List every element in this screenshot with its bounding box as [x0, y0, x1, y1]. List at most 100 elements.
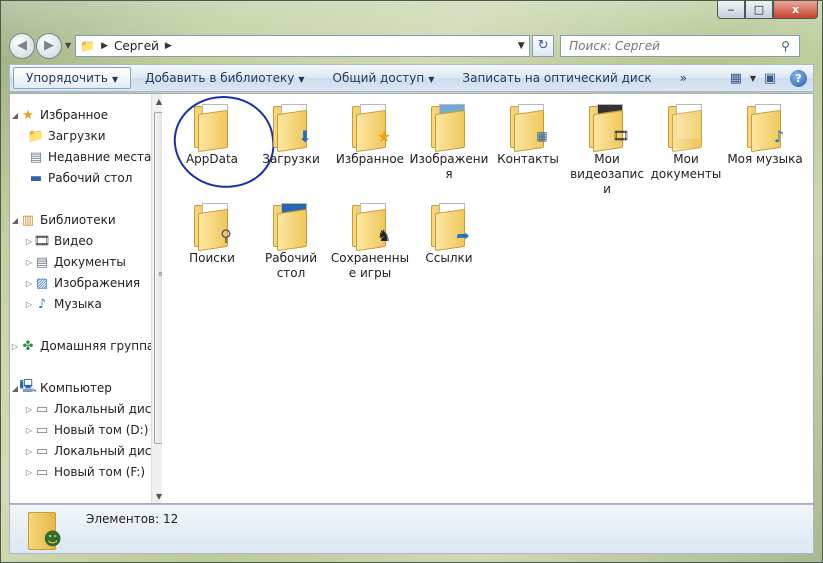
expand-icon[interactable]: ▷: [24, 426, 34, 435]
help-icon[interactable]: ?: [790, 69, 807, 87]
collapse-icon[interactable]: ◢: [10, 216, 20, 225]
expand-icon[interactable]: ▷: [24, 300, 34, 309]
expand-icon[interactable]: ▷: [24, 447, 34, 456]
burn-disc-button[interactable]: Записать на оптический диск: [448, 71, 665, 85]
view-dropdown-icon[interactable]: ▼: [750, 74, 756, 83]
folder-item-documents[interactable]: Мои документы: [646, 102, 726, 182]
sidebar-item-video[interactable]: ▷ 🎞 Видео: [24, 231, 93, 251]
maximize-button[interactable]: □: [745, 1, 773, 19]
change-view-icon[interactable]: ▦: [725, 68, 747, 88]
documents-icon: ▤: [35, 254, 49, 270]
collapse-icon[interactable]: ◢: [10, 111, 20, 120]
preview-pane-icon[interactable]: ▣: [759, 68, 781, 88]
sidebar-item-volume-f[interactable]: ▷ ▭ Новый том (F:): [24, 462, 145, 482]
expand-icon[interactable]: ▷: [24, 237, 34, 246]
item-label: Контакты: [497, 152, 559, 166]
sidebar-item-local-disk-2[interactable]: ▷ ▭ Локальный диск: [24, 441, 159, 461]
expand-icon[interactable]: ▷: [24, 405, 34, 414]
expand-icon[interactable]: ▷: [24, 279, 34, 288]
breadcrumb-separator-icon[interactable]: ▶: [165, 41, 172, 51]
breadcrumb-user[interactable]: Сергей: [114, 39, 159, 53]
add-to-library-button[interactable]: Добавить в библиотеку ▼: [131, 71, 318, 85]
navigation-bar: ◀ ▶ ▼ 📁 ▶ Сергей ▶ ▼ ↻ ⚲: [9, 32, 814, 59]
folder-item-links[interactable]: ➦ Ссылки: [409, 201, 489, 266]
sidebar-item-computer[interactable]: ◢ 🖳 Компьютер: [10, 378, 112, 398]
folder-item-contacts[interactable]: ▦ Контакты: [488, 102, 568, 167]
expand-icon[interactable]: ▷: [24, 258, 34, 267]
minimize-button[interactable]: ‒: [717, 1, 745, 19]
back-button[interactable]: ◀: [9, 32, 35, 59]
item-label: Ссылки: [425, 251, 473, 265]
caption-buttons: ‒ □ x: [717, 1, 818, 19]
sidebar-item-downloads[interactable]: 📁 Загрузки: [28, 126, 106, 146]
address-bar[interactable]: 📁 ▶ Сергей ▶ ▼: [75, 34, 531, 57]
item-label: Мои документы: [650, 152, 722, 181]
breadcrumb-separator-icon[interactable]: ▶: [101, 41, 108, 51]
folder-user-icon: 📁: [80, 38, 96, 53]
item-label: Изображения: [409, 152, 489, 181]
videos-folder-icon: 🎞: [587, 102, 629, 153]
item-label: Сохраненные игры: [330, 251, 410, 280]
back-arrow-icon: ◀: [17, 38, 27, 53]
desktop-folder-icon: [271, 201, 311, 252]
images-icon: ▨: [35, 275, 49, 291]
folder-item-desktop[interactable]: Рабочий стол: [251, 201, 331, 281]
item-label: AppData: [185, 152, 239, 166]
expand-icon[interactable]: ▷: [24, 468, 34, 477]
folder-item-saved-games[interactable]: ♞ Сохраненные игры: [330, 201, 410, 281]
searches-folder-icon: ⚲: [192, 201, 232, 252]
scroll-up-icon[interactable]: ▲: [152, 94, 162, 108]
scroll-down-icon[interactable]: ▼: [152, 489, 162, 503]
folder-item-favorites[interactable]: ★ Избранное: [330, 102, 410, 167]
search-icon[interactable]: ⚲: [781, 39, 799, 53]
command-bar: Упорядочить ▼ Добавить в библиотеку ▼ Общи…: [9, 64, 814, 92]
expand-icon[interactable]: ▷: [10, 342, 20, 351]
forward-button[interactable]: ▶: [36, 32, 62, 59]
folder-item-pictures[interactable]: Изображения: [409, 102, 489, 182]
search-input[interactable]: [561, 37, 782, 54]
sidebar-item-favorites[interactable]: ◢ ★ Избранное: [10, 105, 108, 125]
organize-button[interactable]: Упорядочить ▼: [13, 67, 132, 89]
pictures-folder-icon: [429, 102, 469, 153]
sidebar-item-music[interactable]: ▷ ♪ Музыка: [24, 294, 102, 314]
navigation-pane: ◢ ★ Избранное 📁 Загрузки ▤ Недавние места ▬ Р…: [10, 94, 162, 503]
sidebar-item-libraries[interactable]: ◢ ▥ Библиотеки: [10, 210, 116, 230]
sidebar-scrollbar[interactable]: ▲ ≡ ▼: [151, 94, 162, 503]
music-icon: ♪: [37, 296, 47, 312]
close-button[interactable]: x: [773, 1, 818, 19]
recent-places-icon: ▤: [29, 149, 43, 165]
computer-icon: 🖳: [19, 379, 37, 394]
folder-item-music[interactable]: ♪ Моя музыка: [725, 102, 805, 167]
folder-item-appdata[interactable]: AppData: [172, 102, 252, 167]
address-dropdown-icon[interactable]: ▼: [513, 41, 529, 51]
item-label: Избранное: [335, 152, 405, 166]
sidebar-item-recent[interactable]: ▤ Недавние места: [28, 147, 152, 167]
more-commands-button[interactable]: »: [666, 71, 701, 85]
sidebar-item-homegroup[interactable]: ▷ ✤ Домашняя группа: [10, 336, 154, 356]
scrollbar-thumb[interactable]: ≡: [154, 112, 162, 444]
documents-folder-icon: [666, 102, 706, 153]
search-box[interactable]: ⚲: [560, 34, 801, 57]
drive-icon: ▭: [35, 443, 49, 459]
sidebar-item-desktop[interactable]: ▬ Рабочий стол: [28, 168, 133, 188]
recent-pages-dropdown[interactable]: ▼: [65, 41, 71, 50]
sidebar-item-local-disk-c[interactable]: ▷ ▭ Локальный диск: [24, 399, 159, 419]
folder-item-downloads[interactable]: ⬇ Загрузки: [251, 102, 331, 167]
sidebar-item-documents[interactable]: ▷ ▤ Документы: [24, 252, 126, 272]
item-label: Загрузки: [262, 152, 320, 166]
folder-item-videos[interactable]: 🎞 Мои видеозаписи: [567, 102, 647, 197]
favorites-folder-icon: ★: [350, 102, 391, 153]
links-folder-icon: ➦: [429, 201, 470, 252]
sidebar-item-volume-d[interactable]: ▷ ▭ Новый том (D:): [24, 420, 148, 440]
content-area: ◢ ★ Избранное 📁 Загрузки ▤ Недавние места ▬ Р…: [9, 91, 814, 504]
desktop-icon: ▬: [29, 170, 43, 186]
user-folder-icon: ☻: [28, 508, 62, 550]
sidebar-item-images[interactable]: ▷ ▨ Изображения: [24, 273, 140, 293]
item-label: Мои видеозаписи: [570, 152, 644, 196]
share-button[interactable]: Общий доступ ▼: [319, 71, 449, 85]
homegroup-icon: ✤: [22, 338, 34, 354]
refresh-button[interactable]: ↻: [532, 34, 555, 57]
contacts-folder-icon: ▦: [508, 102, 548, 153]
item-label: Моя музыка: [727, 152, 803, 166]
folder-item-searches[interactable]: ⚲ Поиски: [172, 201, 252, 266]
